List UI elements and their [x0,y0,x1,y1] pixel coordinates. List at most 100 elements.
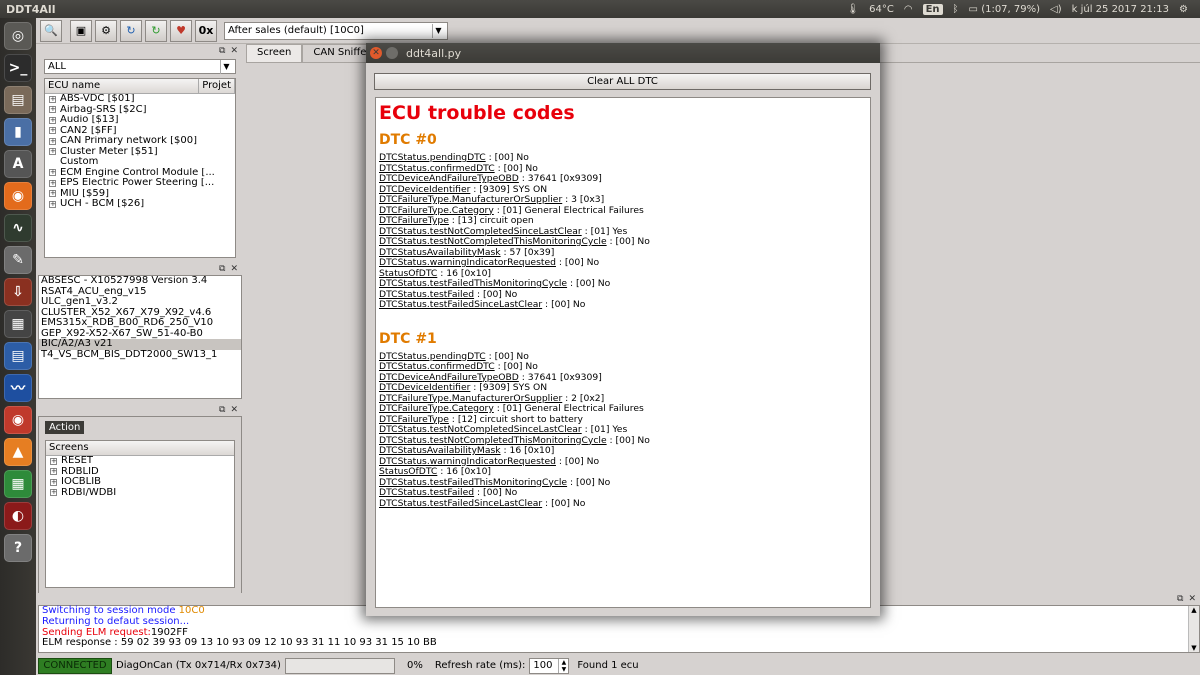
dtc-field-key[interactable]: DTCStatus.warningIndicatorRequested [379,257,556,268]
dtc-field-key[interactable]: DTCStatus.warningIndicatorRequested [379,456,556,467]
close-icon[interactable]: ✕ [1188,594,1196,604]
dtc-field-key[interactable]: DTCDeviceIdentifier [379,382,470,393]
ecu-tree-item[interactable]: + EPS Electric Power Steering [... [45,178,235,189]
log-button[interactable]: ▣ [70,19,92,42]
keyboard-layout-indicator[interactable]: En [922,3,943,15]
screen-tree-item[interactable]: + RESET [46,456,234,467]
expand-icon[interactable]: + [49,200,56,208]
ecu-tree-item[interactable]: + Airbag-SRS [$2C] [45,105,235,116]
close-icon[interactable]: ✕ [230,46,238,56]
dtc-field-key[interactable]: DTCStatus.testFailedSinceLastClear [379,299,542,310]
tab-screen[interactable]: Screen [246,44,303,62]
scan-ecu-button[interactable]: 🔍 [40,19,62,42]
ecu-file-item[interactable]: GEP_X92-X52-X67_SW_51-40-B0 [39,329,241,340]
dtc-field-key[interactable]: DTCStatus.testFailedThisMonitoringCycle [379,278,567,289]
thermometer-tray-icon[interactable]: 🌡 [846,4,859,15]
float-icon[interactable]: ⧉ [219,405,225,415]
diagnostic-button[interactable]: ♥ [170,19,192,42]
screens-header-label[interactable]: Screens [46,441,92,455]
spin-up-icon[interactable]: ▲ [559,659,568,666]
expand-icon[interactable]: + [49,148,56,156]
expand-icon[interactable]: + [50,478,57,486]
settings-button[interactable]: ⚙ [95,19,117,42]
dtc-field-key[interactable]: DTCStatus.testNotCompletedThisMonitoring… [379,435,607,446]
dtc-field-key[interactable]: DTCDeviceAndFailureTypeOBD [379,173,519,184]
thermometer-icon[interactable]: ▮ [4,118,32,146]
dtc-field-key[interactable]: DTCStatus.testFailedSinceLastClear [379,498,542,509]
dtc-field-key[interactable]: DTCStatus.pendingDTC [379,351,486,362]
expand-icon[interactable]: + [49,179,56,187]
float-icon[interactable]: ⧉ [219,46,225,56]
dtc-field-key[interactable]: StatusOfDTC [379,268,437,279]
dtc-field-key[interactable]: DTCStatus.pendingDTC [379,152,486,163]
log-scrollbar[interactable]: ▲ ▼ [1188,606,1199,652]
car-diag-icon[interactable]: ◐ [4,502,32,530]
window-close-icon[interactable]: ✕ [370,47,382,59]
scroll-down-icon[interactable]: ▼ [1191,644,1196,652]
ecu-tree-item[interactable]: + Audio [$13] [45,115,235,126]
float-icon[interactable]: ⧉ [1177,594,1183,604]
refresh-rate-spinbox[interactable]: 100 ▲ ▼ [529,657,570,674]
text-editor-icon[interactable]: ✎ [4,246,32,274]
ecu-tree-item[interactable]: + MIU [$59] [45,189,235,200]
dtc-field-key[interactable]: DTCFailureType [379,215,449,226]
expand-icon[interactable]: + [49,106,56,114]
ecu-tree-item[interactable]: + CAN2 [$FF] [45,126,235,137]
dtc-field-key[interactable]: DTCStatus.testNotCompletedSinceLastClear [379,424,582,435]
action-menu[interactable]: Action [45,421,85,434]
refresh-button[interactable]: ↻ [120,19,142,42]
hex-mode-button[interactable]: 0x [195,19,217,42]
clock[interactable]: k júl 25 2017 21:13 [1072,4,1169,15]
calc-sheet-icon[interactable]: ▦ [4,470,32,498]
expand-icon[interactable]: + [50,457,57,465]
temperature-readout[interactable]: 64°C [869,4,894,15]
spin-down-icon[interactable]: ▼ [559,666,568,673]
battery-indicator[interactable]: ▭ (1:07, 79%) [969,4,1040,15]
calculator-icon[interactable]: ▦ [4,310,32,338]
firefox-icon[interactable]: ◉ [4,182,32,210]
expand-icon[interactable]: + [49,137,56,145]
column-projet[interactable]: Projet [199,79,235,93]
oscilloscope-icon[interactable]: 〰 [4,374,32,402]
ecu-file-item[interactable]: ABSESC - X10527998 Version 3.4 [39,276,241,287]
bluetooth-icon[interactable]: ᛒ [953,4,959,15]
screen-tree-item[interactable]: + RDBI/WDBI [46,488,234,499]
dtc-field-key[interactable]: DTCStatus.confirmedDTC [379,361,495,372]
ecu-tree-item[interactable]: + Cluster Meter [$51] [45,147,235,158]
dtc-field-key[interactable]: DTCFailureType [379,414,449,425]
dtc-field-key[interactable]: DTCStatus.testFailed [379,289,474,300]
ecu-tree-item[interactable]: + UCH - BCM [$26] [45,199,235,210]
close-icon[interactable]: ✕ [230,405,238,415]
ecu-filter-select[interactable]: ALL ▼ [44,59,236,74]
help-icon[interactable]: ? [4,534,32,562]
files-icon[interactable]: ▤ [4,86,32,114]
expand-icon[interactable]: + [49,190,56,198]
ecu-file-item[interactable]: CLUSTER_X52_X67_X79_X92_v4.6 [39,308,241,319]
diag-session-select[interactable]: After sales (default) [10C0] ▼ [224,21,448,40]
dtc-field-key[interactable]: DTCStatus.testNotCompletedThisMonitoring… [379,236,607,247]
writer-icon[interactable]: ▤ [4,342,32,370]
screen-tree-item[interactable]: + RDBLID [46,467,234,478]
dtc-field-key[interactable]: DTCStatusAvailabilityMask [379,247,501,258]
float-icon[interactable]: ⧉ [219,264,225,274]
dtc-field-key[interactable]: DTCStatusAvailabilityMask [379,445,501,456]
expand-icon[interactable]: + [49,169,56,177]
expand-icon[interactable]: + [49,116,56,124]
ecu-file-item[interactable]: T4_VS_BCM_BIS_DDT2000_SW13_1 [39,350,241,361]
terminal-icon[interactable]: >_ [4,54,32,82]
ecu-file-item[interactable]: RSAT4_ACU_eng_v15 [39,287,241,298]
vlc-icon[interactable]: ▲ [4,438,32,466]
downloader-icon[interactable]: ⇩ [4,278,32,306]
ecu-tree-item[interactable]: Custom [45,157,235,168]
dtc-field-key[interactable]: DTCDeviceIdentifier [379,184,470,195]
dtc-field-key[interactable]: DTCDeviceAndFailureTypeOBD [379,372,519,383]
dtc-window-titlebar[interactable]: ✕ ddt4all.py [366,43,880,63]
ecu-file-item[interactable]: BIC/A2/A3 v21 [39,339,241,350]
auto-refresh-button[interactable]: ↻ [145,19,167,42]
chrome-icon[interactable]: ◉ [4,406,32,434]
screen-tree-item[interactable]: + IOCBLIB [46,477,234,488]
dtc-field-key[interactable]: DTCFailureType.Category [379,403,494,414]
expand-icon[interactable]: + [50,468,57,476]
close-icon[interactable]: ✕ [230,264,238,274]
column-ecu-name[interactable]: ECU name [45,79,200,93]
